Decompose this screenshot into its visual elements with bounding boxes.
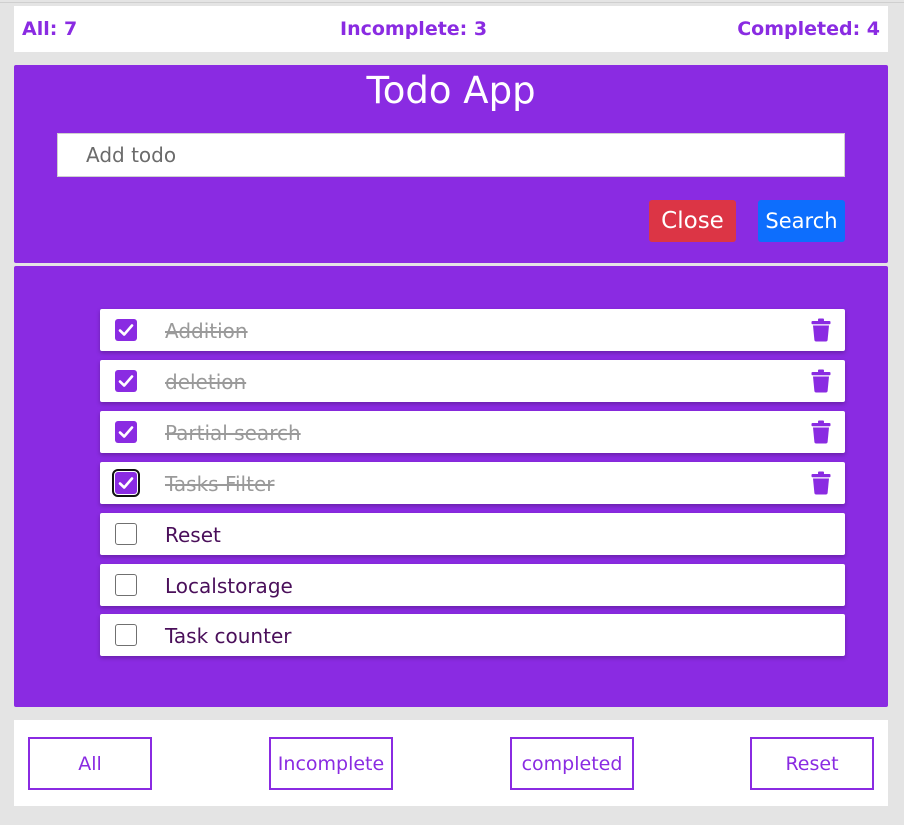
- top-divider: [0, 2, 904, 3]
- todo-checkbox[interactable]: [115, 624, 137, 646]
- reset-button[interactable]: Reset: [750, 737, 874, 790]
- search-button[interactable]: Search: [758, 200, 845, 242]
- todo-item: Partial search: [100, 411, 845, 453]
- completed-count: Completed: 4: [737, 18, 880, 40]
- todo-checkbox[interactable]: [115, 523, 137, 545]
- trash-icon[interactable]: [811, 369, 831, 393]
- trash-icon[interactable]: [811, 420, 831, 444]
- checkmark-icon: [118, 375, 134, 387]
- todo-text: Reset: [165, 523, 221, 547]
- header-panel: Todo App Close Search: [14, 65, 888, 263]
- todo-text: deletion: [165, 370, 247, 394]
- filter-incomplete-button[interactable]: Incomplete: [269, 737, 393, 790]
- all-count: All: 7: [22, 18, 78, 40]
- trash-icon[interactable]: [811, 471, 831, 495]
- todo-text: Localstorage: [165, 574, 293, 598]
- add-todo-input[interactable]: [57, 133, 845, 177]
- todo-item: Tasks Filter: [100, 462, 845, 504]
- todo-checkbox[interactable]: [112, 469, 140, 497]
- todo-item: Localstorage: [100, 564, 845, 606]
- todo-text: Tasks Filter: [165, 472, 275, 496]
- todo-item: Addition: [100, 309, 845, 351]
- todo-text: Task counter: [165, 624, 292, 648]
- todo-checkbox[interactable]: [115, 370, 137, 392]
- todo-item: Task counter: [100, 614, 845, 656]
- todo-list-panel: Addition deletion Partial search Tasks F…: [14, 266, 888, 707]
- todo-checkbox[interactable]: [115, 421, 137, 443]
- todo-item: deletion: [100, 360, 845, 402]
- filter-completed-button[interactable]: completed: [510, 737, 634, 790]
- checkmark-icon: [118, 477, 134, 489]
- close-button[interactable]: Close: [649, 200, 736, 242]
- filter-bar: All Incomplete completed Reset: [14, 720, 888, 806]
- checkmark-icon: [118, 324, 134, 336]
- todo-item: Reset: [100, 513, 845, 555]
- app-title: Todo App: [366, 69, 536, 112]
- filter-all-button[interactable]: All: [28, 737, 152, 790]
- checkmark-icon: [118, 426, 134, 438]
- incomplete-count: Incomplete: 3: [340, 18, 488, 40]
- trash-icon[interactable]: [811, 318, 831, 342]
- todo-text: Addition: [165, 319, 248, 343]
- todo-text: Partial search: [165, 421, 301, 445]
- todo-checkbox[interactable]: [115, 574, 137, 596]
- task-counter-bar: All: 7 Incomplete: 3 Completed: 4: [14, 6, 888, 52]
- todo-checkbox[interactable]: [115, 319, 137, 341]
